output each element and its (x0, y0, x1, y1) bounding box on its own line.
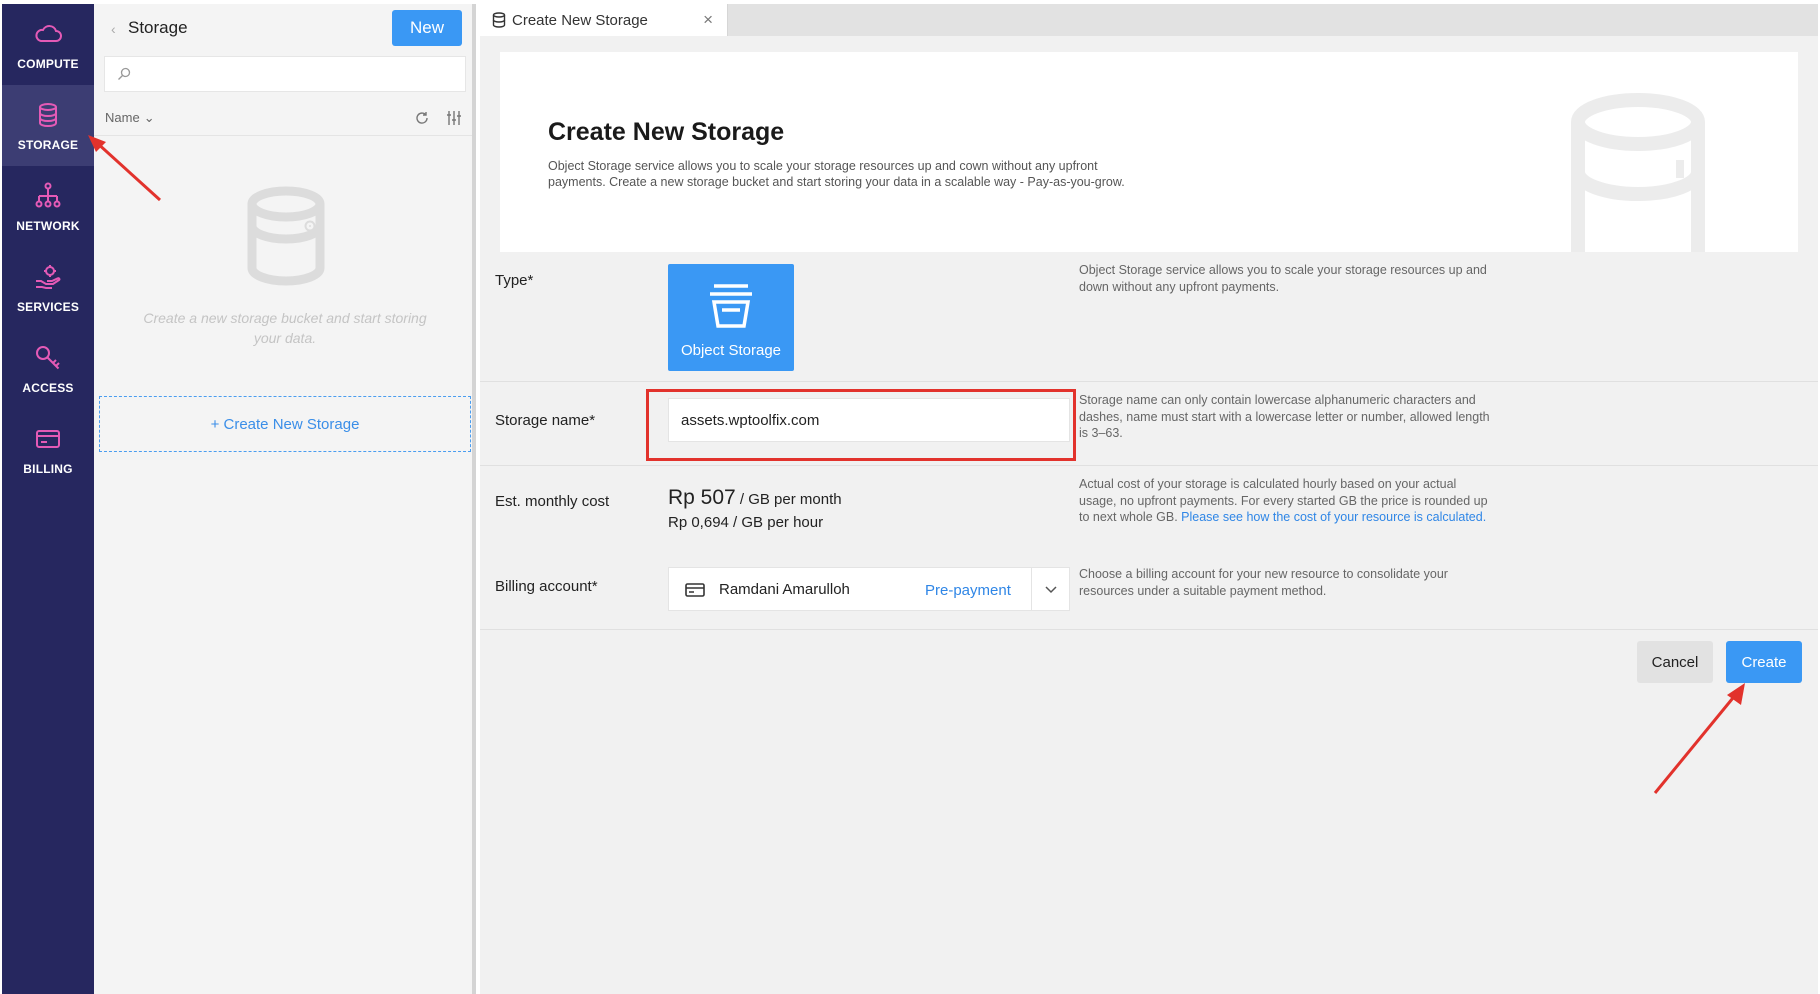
create-storage-form: Create New Storage Object Storage servic… (480, 36, 1818, 994)
empty-state-text: Create a new storage bucket and start st… (143, 310, 427, 346)
tab-strip: Create New Storage × (480, 4, 1818, 36)
back-chevron-icon[interactable]: ‹ (111, 21, 116, 37)
sort-label: Name (105, 110, 140, 125)
storage-search-input[interactable] (104, 56, 466, 92)
monthly-cost-value: Rp 507 / GB per month (668, 486, 842, 510)
nav-label-storage: STORAGE (17, 137, 79, 152)
cost-unit: / GB per month (735, 491, 842, 508)
database-tab-icon (492, 12, 506, 28)
nav-label-access: ACCESS (22, 380, 74, 395)
list-panel-title: Storage (128, 18, 188, 37)
storage-bucket-icon (710, 284, 752, 328)
nav-item-services[interactable]: SERVICES (2, 247, 94, 328)
cost-help-text: Actual cost of your storage is calculate… (1079, 476, 1497, 526)
hero-description: Object Storage service allows you to sca… (548, 159, 1125, 189)
object-storage-label: Object Storage (680, 342, 782, 359)
billing-dropdown-toggle[interactable] (1031, 568, 1069, 610)
chevron-down-icon: ⌄ (143, 110, 155, 125)
storage-name-label: Storage name* (495, 412, 596, 429)
type-label: Type* (495, 272, 534, 289)
database-empty-icon (247, 186, 325, 286)
nav-label-compute: COMPUTE (17, 56, 79, 71)
credit-card-icon (36, 429, 60, 448)
sort-by-name-dropdown[interactable]: Name ⌄ (105, 110, 155, 126)
storage-name-input[interactable] (668, 398, 1070, 442)
credit-card-icon (685, 583, 705, 597)
hourly-cost-value: Rp 0,694 / GB per hour (668, 514, 824, 531)
nav-label-services: SERVICES (16, 299, 80, 314)
type-help-text: Object Storage service allows you to sca… (1079, 263, 1487, 294)
billing-account-name: Ramdani Amarulloh (719, 581, 850, 598)
database-icon (39, 102, 57, 127)
cost-calculation-link[interactable]: Please see how the cost of your resource… (1181, 510, 1486, 524)
tab-create-new-storage[interactable]: Create New Storage × (480, 4, 728, 36)
filter-sliders-icon[interactable] (446, 110, 462, 126)
storage-name-help-text: Storage name can only contain lowercase … (1079, 393, 1490, 440)
close-icon[interactable]: × (703, 10, 713, 30)
nav-item-compute[interactable]: COMPUTE (2, 4, 94, 85)
services-hand-icon (36, 264, 61, 289)
nav-label-network: NETWORK (16, 218, 80, 233)
hero-banner: Create New Storage Object Storage servic… (500, 52, 1798, 252)
est-monthly-cost-label: Est. monthly cost (495, 493, 610, 510)
cloud-icon (35, 24, 62, 42)
nav-item-access[interactable]: ACCESS (2, 328, 94, 409)
refresh-icon[interactable] (414, 110, 430, 126)
nav-item-network[interactable]: NETWORK (2, 166, 94, 247)
create-button[interactable]: Create (1726, 641, 1802, 683)
tab-label: Create New Storage (512, 12, 648, 29)
nav-item-billing[interactable]: BILLING (2, 409, 94, 490)
cost-amount: Rp 507 (668, 486, 736, 509)
billing-account-select[interactable]: Ramdani Amarulloh Pre-payment (668, 567, 1070, 611)
nav-item-storage[interactable]: STORAGE (2, 85, 94, 166)
create-new-storage-link[interactable]: + Create New Storage (99, 396, 471, 452)
chevron-down-icon (1045, 586, 1057, 594)
new-button[interactable]: New (392, 10, 462, 46)
list-panel-header: ‹ Storage New (94, 4, 472, 52)
billing-help-text: Choose a billing account for your new re… (1079, 567, 1448, 598)
database-illustration-icon (1571, 93, 1705, 252)
nav-label-billing: BILLING (23, 461, 73, 476)
cancel-button[interactable]: Cancel (1637, 641, 1713, 683)
billing-payment-type: Pre-payment (925, 582, 1011, 599)
page-title: Create New Storage (548, 118, 785, 146)
network-icon (35, 182, 61, 207)
search-icon (118, 67, 131, 80)
object-storage-option[interactable]: Object Storage (668, 264, 794, 371)
main-nav: COMPUTE STORAGE NETWORK SERVICES ACCESS … (2, 4, 94, 994)
storage-list-panel: ‹ Storage New Name ⌄ Create a new storage… (94, 4, 476, 994)
list-toolbar: Name ⌄ (94, 100, 472, 136)
billing-account-label: Billing account* (495, 578, 598, 595)
key-icon (36, 345, 60, 369)
